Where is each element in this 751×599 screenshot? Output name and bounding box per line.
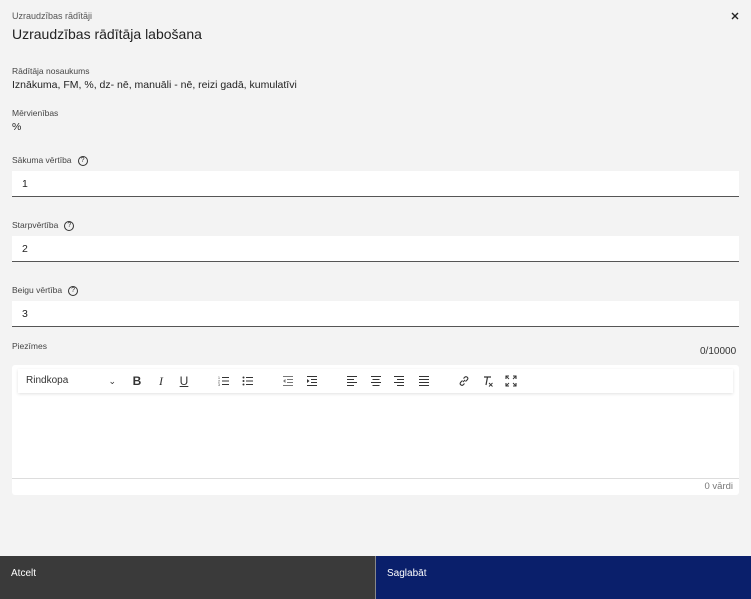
indent-icon[interactable] (304, 373, 320, 389)
save-button[interactable]: Saglabāt (375, 556, 751, 599)
bold-icon[interactable]: B (129, 373, 145, 389)
mid-value-label-text: Starpvērtība (12, 220, 59, 230)
word-count: 0 vārdi (12, 478, 739, 495)
name-value: Iznākuma, FM, %, dz- nē, manuāli - nē, r… (12, 79, 297, 91)
chevron-down-icon: ⌄ (108, 376, 116, 386)
rich-text-editor: Rindkopa ⌄ B I U 123 0 vārdi (12, 365, 739, 495)
svg-text:3: 3 (218, 383, 220, 387)
paragraph-select[interactable]: Rindkopa ⌄ (26, 373, 116, 389)
mid-value-input[interactable]: 2 (12, 236, 739, 262)
close-icon[interactable] (729, 10, 741, 22)
fullscreen-icon[interactable] (503, 373, 519, 389)
clear-format-icon[interactable] (480, 373, 496, 389)
name-label: Rādītāja nosaukums (12, 66, 90, 76)
cancel-button[interactable]: Atcelt (0, 556, 375, 599)
char-counter: 0/10000 (700, 346, 737, 357)
end-value-label-text: Beigu vērtība (12, 285, 63, 295)
align-justify-icon[interactable] (416, 373, 432, 389)
help-icon[interactable]: ? (64, 220, 75, 231)
help-icon[interactable]: ? (68, 285, 79, 296)
italic-icon[interactable]: I (153, 373, 169, 389)
breadcrumb: Uzraudzības rādītāji (12, 11, 93, 21)
end-value-input[interactable]: 3 (12, 301, 739, 327)
align-right-icon[interactable] (391, 373, 407, 389)
paragraph-select-value: Rindkopa (26, 375, 69, 386)
mid-value-label: Starpvērtība? (12, 220, 75, 231)
align-center-icon[interactable] (368, 373, 384, 389)
underline-icon[interactable]: U (176, 373, 192, 389)
unit-label: Mērvienības (12, 108, 59, 118)
editor-content-area[interactable] (12, 397, 739, 479)
editor-toolbar: Rindkopa ⌄ B I U 123 (18, 369, 733, 393)
start-value-label-text: Sākuma vērtība (12, 155, 72, 165)
align-left-icon[interactable] (344, 373, 360, 389)
unit-value: % (12, 121, 22, 133)
bulleted-list-icon[interactable] (240, 373, 256, 389)
start-value-input[interactable]: 1 (12, 171, 739, 197)
help-icon[interactable]: ? (77, 155, 88, 166)
end-value-label: Beigu vērtība? (12, 285, 79, 296)
start-value-label: Sākuma vērtība? (12, 155, 88, 166)
numbered-list-icon[interactable]: 123 (216, 373, 232, 389)
page-title: Uzraudzības rādītāja labošana (12, 26, 202, 42)
notes-label: Piezīmes (12, 341, 47, 351)
footer-actions: Atcelt Saglabāt (0, 556, 751, 599)
link-icon[interactable] (456, 373, 472, 389)
outdent-icon[interactable] (280, 373, 296, 389)
